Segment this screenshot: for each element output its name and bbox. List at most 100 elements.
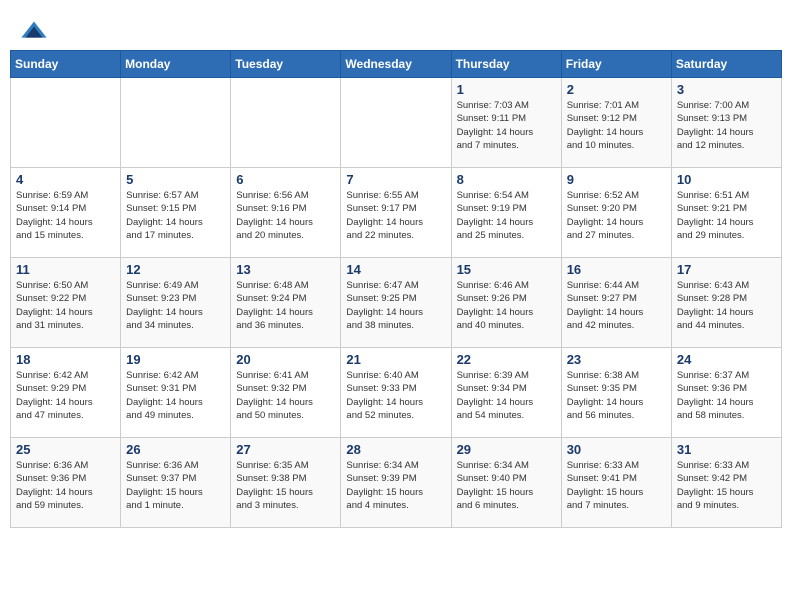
calendar-cell: 25 Sunrise: 6:36 AMSunset: 9:36 PMDayligh…: [11, 438, 121, 528]
day-number: 27: [236, 442, 335, 457]
day-info: Sunrise: 7:00 AMSunset: 9:13 PMDaylight:…: [677, 99, 776, 152]
calendar-cell: 11 Sunrise: 6:50 AMSunset: 9:22 PMDayligh…: [11, 258, 121, 348]
calendar-cell: 17 Sunrise: 6:43 AMSunset: 9:28 PMDayligh…: [671, 258, 781, 348]
day-info: Sunrise: 6:48 AMSunset: 9:24 PMDaylight:…: [236, 279, 335, 332]
day-info: Sunrise: 6:43 AMSunset: 9:28 PMDaylight:…: [677, 279, 776, 332]
day-number: 11: [16, 262, 115, 277]
calendar-cell: 10Sunrise: 6:51 AMSunset: 9:21 PMDayligh…: [671, 168, 781, 258]
calendar-cell: [341, 78, 451, 168]
day-info: Sunrise: 6:34 AMSunset: 9:40 PMDaylight:…: [457, 459, 556, 512]
day-info: Sunrise: 6:33 AMSunset: 9:42 PMDaylight:…: [677, 459, 776, 512]
day-info: Sunrise: 6:52 AMSunset: 9:20 PMDaylight:…: [567, 189, 666, 242]
col-header-monday: Monday: [121, 51, 231, 78]
calendar-cell: 19 Sunrise: 6:42 AMSunset: 9:31 PMDayligh…: [121, 348, 231, 438]
day-number: 29: [457, 442, 556, 457]
day-info: Sunrise: 6:55 AMSunset: 9:17 PMDaylight:…: [346, 189, 445, 242]
day-info: Sunrise: 6:37 AMSunset: 9:36 PMDaylight:…: [677, 369, 776, 422]
calendar-cell: 3 Sunrise: 7:00 AMSunset: 9:13 PMDaylight…: [671, 78, 781, 168]
day-number: 21: [346, 352, 445, 367]
day-info: Sunrise: 6:34 AMSunset: 9:39 PMDaylight:…: [346, 459, 445, 512]
day-number: 19: [126, 352, 225, 367]
calendar-cell: 28 Sunrise: 6:34 AMSunset: 9:39 PMDayligh…: [341, 438, 451, 528]
col-header-wednesday: Wednesday: [341, 51, 451, 78]
calendar-table: SundayMondayTuesdayWednesdayThursdayFrid…: [10, 50, 782, 528]
calendar-cell: 9 Sunrise: 6:52 AMSunset: 9:20 PMDaylight…: [561, 168, 671, 258]
day-info: Sunrise: 7:03 AMSunset: 9:11 PMDaylight:…: [457, 99, 556, 152]
col-header-friday: Friday: [561, 51, 671, 78]
day-info: Sunrise: 6:54 AMSunset: 9:19 PMDaylight:…: [457, 189, 556, 242]
day-number: 31: [677, 442, 776, 457]
day-number: 15: [457, 262, 556, 277]
day-number: 10: [677, 172, 776, 187]
day-info: Sunrise: 6:33 AMSunset: 9:41 PMDaylight:…: [567, 459, 666, 512]
day-number: 16: [567, 262, 666, 277]
day-info: Sunrise: 6:41 AMSunset: 9:32 PMDaylight:…: [236, 369, 335, 422]
day-info: Sunrise: 6:50 AMSunset: 9:22 PMDaylight:…: [16, 279, 115, 332]
day-number: 25: [16, 442, 115, 457]
calendar-cell: 16 Sunrise: 6:44 AMSunset: 9:27 PMDayligh…: [561, 258, 671, 348]
logo: [20, 18, 50, 46]
day-info: Sunrise: 6:35 AMSunset: 9:38 PMDaylight:…: [236, 459, 335, 512]
logo-icon: [20, 18, 48, 46]
day-number: 3: [677, 82, 776, 97]
day-info: Sunrise: 6:46 AMSunset: 9:26 PMDaylight:…: [457, 279, 556, 332]
calendar-cell: 27 Sunrise: 6:35 AMSunset: 9:38 PMDayligh…: [231, 438, 341, 528]
day-info: Sunrise: 6:47 AMSunset: 9:25 PMDaylight:…: [346, 279, 445, 332]
calendar-cell: 5 Sunrise: 6:57 AMSunset: 9:15 PMDaylight…: [121, 168, 231, 258]
day-number: 28: [346, 442, 445, 457]
calendar-cell: [231, 78, 341, 168]
calendar-cell: 21 Sunrise: 6:40 AMSunset: 9:33 PMDayligh…: [341, 348, 451, 438]
page-header: [10, 10, 782, 50]
calendar-cell: 14 Sunrise: 6:47 AMSunset: 9:25 PMDayligh…: [341, 258, 451, 348]
calendar-cell: 23 Sunrise: 6:38 AMSunset: 9:35 PMDayligh…: [561, 348, 671, 438]
calendar-cell: 29 Sunrise: 6:34 AMSunset: 9:40 PMDayligh…: [451, 438, 561, 528]
day-number: 2: [567, 82, 666, 97]
day-number: 6: [236, 172, 335, 187]
day-number: 5: [126, 172, 225, 187]
day-number: 7: [346, 172, 445, 187]
day-number: 4: [16, 172, 115, 187]
calendar-cell: [121, 78, 231, 168]
day-number: 18: [16, 352, 115, 367]
day-number: 22: [457, 352, 556, 367]
calendar-cell: 18 Sunrise: 6:42 AMSunset: 9:29 PMDayligh…: [11, 348, 121, 438]
day-info: Sunrise: 6:56 AMSunset: 9:16 PMDaylight:…: [236, 189, 335, 242]
day-info: Sunrise: 6:59 AMSunset: 9:14 PMDaylight:…: [16, 189, 115, 242]
calendar-cell: 31 Sunrise: 6:33 AMSunset: 9:42 PMDayligh…: [671, 438, 781, 528]
day-number: 23: [567, 352, 666, 367]
day-info: Sunrise: 6:42 AMSunset: 9:31 PMDaylight:…: [126, 369, 225, 422]
calendar-cell: 22 Sunrise: 6:39 AMSunset: 9:34 PMDayligh…: [451, 348, 561, 438]
col-header-tuesday: Tuesday: [231, 51, 341, 78]
day-info: Sunrise: 6:36 AMSunset: 9:36 PMDaylight:…: [16, 459, 115, 512]
day-number: 8: [457, 172, 556, 187]
col-header-saturday: Saturday: [671, 51, 781, 78]
day-number: 9: [567, 172, 666, 187]
calendar-cell: [11, 78, 121, 168]
day-number: 1: [457, 82, 556, 97]
calendar-cell: 26Sunrise: 6:36 AMSunset: 9:37 PMDayligh…: [121, 438, 231, 528]
day-info: Sunrise: 6:49 AMSunset: 9:23 PMDaylight:…: [126, 279, 225, 332]
col-header-thursday: Thursday: [451, 51, 561, 78]
day-info: Sunrise: 6:57 AMSunset: 9:15 PMDaylight:…: [126, 189, 225, 242]
calendar-cell: 2 Sunrise: 7:01 AMSunset: 9:12 PMDaylight…: [561, 78, 671, 168]
day-number: 14: [346, 262, 445, 277]
calendar-cell: 4 Sunrise: 6:59 AMSunset: 9:14 PMDaylight…: [11, 168, 121, 258]
day-number: 12: [126, 262, 225, 277]
calendar-cell: 12 Sunrise: 6:49 AMSunset: 9:23 PMDayligh…: [121, 258, 231, 348]
day-info: Sunrise: 6:38 AMSunset: 9:35 PMDaylight:…: [567, 369, 666, 422]
calendar-cell: 7 Sunrise: 6:55 AMSunset: 9:17 PMDaylight…: [341, 168, 451, 258]
day-info: Sunrise: 6:42 AMSunset: 9:29 PMDaylight:…: [16, 369, 115, 422]
calendar-cell: 24 Sunrise: 6:37 AMSunset: 9:36 PMDayligh…: [671, 348, 781, 438]
calendar-cell: 6 Sunrise: 6:56 AMSunset: 9:16 PMDaylight…: [231, 168, 341, 258]
day-info: Sunrise: 6:40 AMSunset: 9:33 PMDaylight:…: [346, 369, 445, 422]
day-info: Sunrise: 6:44 AMSunset: 9:27 PMDaylight:…: [567, 279, 666, 332]
calendar-cell: 8 Sunrise: 6:54 AMSunset: 9:19 PMDaylight…: [451, 168, 561, 258]
day-number: 13: [236, 262, 335, 277]
day-info: Sunrise: 6:39 AMSunset: 9:34 PMDaylight:…: [457, 369, 556, 422]
day-number: 17: [677, 262, 776, 277]
calendar-cell: 1 Sunrise: 7:03 AMSunset: 9:11 PMDaylight…: [451, 78, 561, 168]
day-number: 24: [677, 352, 776, 367]
calendar-cell: 30Sunrise: 6:33 AMSunset: 9:41 PMDayligh…: [561, 438, 671, 528]
day-info: Sunrise: 6:36 AMSunset: 9:37 PMDaylight:…: [126, 459, 225, 512]
day-info: Sunrise: 7:01 AMSunset: 9:12 PMDaylight:…: [567, 99, 666, 152]
